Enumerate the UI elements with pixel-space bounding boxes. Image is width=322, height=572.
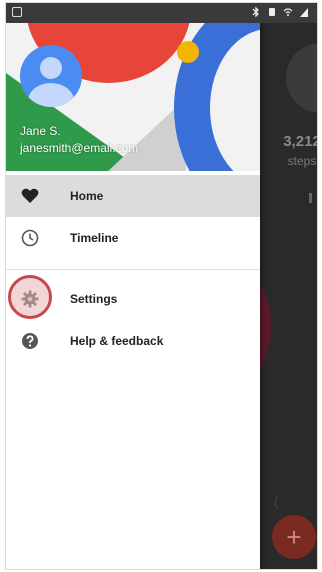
header-yellow-dot bbox=[177, 41, 199, 63]
clock-icon bbox=[21, 229, 39, 247]
steps-label: steps bbox=[287, 154, 317, 168]
avatar-head bbox=[40, 57, 62, 79]
tap-highlight-ring bbox=[8, 275, 52, 319]
menu-item-label: Timeline bbox=[70, 231, 119, 245]
drawer-menu: Home Timeline Settings Help & feedback bbox=[6, 175, 260, 362]
menu-item-home[interactable]: Home bbox=[6, 175, 260, 217]
menu-item-label: Settings bbox=[70, 292, 118, 306]
steps-count: 3,212 bbox=[283, 133, 318, 150]
wifi-icon bbox=[283, 8, 293, 16]
signal-icon bbox=[300, 8, 308, 17]
status-icons bbox=[251, 6, 309, 18]
notification-icon bbox=[12, 7, 22, 17]
vibrate-icon bbox=[269, 8, 275, 16]
menu-divider bbox=[6, 269, 260, 270]
add-fab-button[interactable]: + bbox=[272, 515, 316, 559]
menu-item-label: Help & feedback bbox=[70, 334, 164, 348]
background-mark: ( bbox=[274, 493, 279, 509]
help-icon bbox=[22, 333, 38, 349]
status-bar bbox=[6, 3, 317, 23]
menu-item-timeline[interactable]: Timeline bbox=[6, 217, 260, 259]
heart-icon bbox=[21, 188, 39, 203]
user-name: Jane S. bbox=[20, 124, 61, 138]
app-frame: 3,212 steps ( + Jane S. janesmith@email.… bbox=[5, 2, 318, 570]
drawer-header: Jane S. janesmith@email.com bbox=[6, 3, 260, 171]
background-graphic bbox=[286, 43, 317, 113]
menu-item-help-feedback[interactable]: Help & feedback bbox=[6, 320, 260, 362]
user-email: janesmith@email.com bbox=[20, 141, 139, 155]
avatar[interactable] bbox=[20, 45, 82, 107]
avatar-body bbox=[28, 83, 74, 107]
overflow-menu-icon bbox=[309, 193, 312, 203]
menu-item-label: Home bbox=[70, 189, 104, 203]
bluetooth-icon bbox=[252, 6, 259, 18]
